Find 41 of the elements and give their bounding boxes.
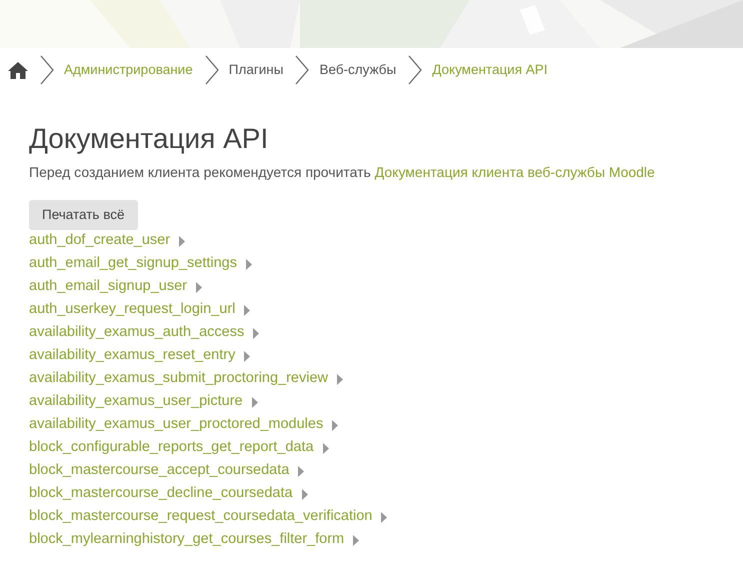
caret-right-icon[interactable] bbox=[298, 466, 304, 477]
function-link[interactable]: auth_userkey_request_login_url bbox=[29, 299, 236, 322]
documentation-link[interactable]: Документация клиента веб-службы Moodle bbox=[374, 164, 655, 180]
function-link[interactable]: availability_examus_auth_access bbox=[29, 322, 244, 344]
caret-right-icon[interactable] bbox=[252, 396, 258, 408]
function-link[interactable]: block_mylearninghistory_get_courses_filter_form bbox=[29, 529, 344, 552]
breadcrumb-link[interactable]: Администрирование bbox=[64, 60, 193, 80]
breadcrumb-item: Плагины bbox=[228, 60, 284, 79]
caret-right-icon[interactable] bbox=[196, 282, 202, 293]
caret-right-icon[interactable] bbox=[244, 350, 250, 362]
function-link[interactable]: auth_dof_create_user bbox=[29, 230, 170, 252]
caret-right-icon[interactable] bbox=[253, 328, 260, 339]
caret-right-icon[interactable] bbox=[244, 304, 250, 316]
caret-right-icon[interactable] bbox=[302, 488, 308, 500]
chevron-separator-icon bbox=[295, 55, 310, 85]
function-link[interactable]: auth_email_get_signup_settings bbox=[29, 253, 237, 276]
function-link[interactable]: availability_examus_reset_entry bbox=[29, 345, 236, 368]
caret-right-icon[interactable] bbox=[322, 442, 329, 454]
breadcrumb-item: Веб-службы bbox=[319, 60, 396, 79]
function-link[interactable]: availability_examus_user_picture bbox=[29, 391, 243, 414]
print-all-button[interactable]: Печатать всё bbox=[29, 200, 138, 230]
function-link[interactable]: block_configurable_reports_get_report_data bbox=[29, 437, 314, 460]
function-link[interactable]: block_mastercourse_request_coursedata_verification bbox=[29, 506, 372, 528]
chevron-separator-icon bbox=[408, 55, 422, 85]
function-link[interactable]: auth_email_signup_user bbox=[29, 276, 187, 298]
function-link[interactable]: block_mastercourse_accept_coursedata bbox=[29, 460, 290, 482]
caret-right-icon[interactable] bbox=[353, 534, 360, 546]
caret-right-icon[interactable] bbox=[337, 374, 344, 385]
page-title: Документация API bbox=[29, 122, 270, 156]
function-link[interactable]: availability_examus_submit_proctoring_review bbox=[29, 368, 328, 390]
function-link[interactable]: block_mastercourse_decline_coursedata bbox=[29, 483, 293, 506]
home-icon[interactable] bbox=[8, 62, 28, 78]
intro-text: Перед созданием клиента рекомендуется прочитать Документация клиента веб-службы Moodle bbox=[29, 162, 656, 182]
chevron-separator-icon bbox=[204, 55, 219, 85]
breadcrumb-link[interactable]: Документация API bbox=[432, 60, 548, 80]
caret-right-icon[interactable] bbox=[381, 512, 388, 523]
caret-right-icon[interactable] bbox=[179, 236, 186, 247]
caret-right-icon[interactable] bbox=[332, 420, 338, 431]
chevron-separator-icon bbox=[40, 55, 54, 85]
caret-right-icon[interactable] bbox=[246, 258, 252, 270]
function-link[interactable]: availability_examus_user_proctored_modules bbox=[29, 414, 324, 436]
